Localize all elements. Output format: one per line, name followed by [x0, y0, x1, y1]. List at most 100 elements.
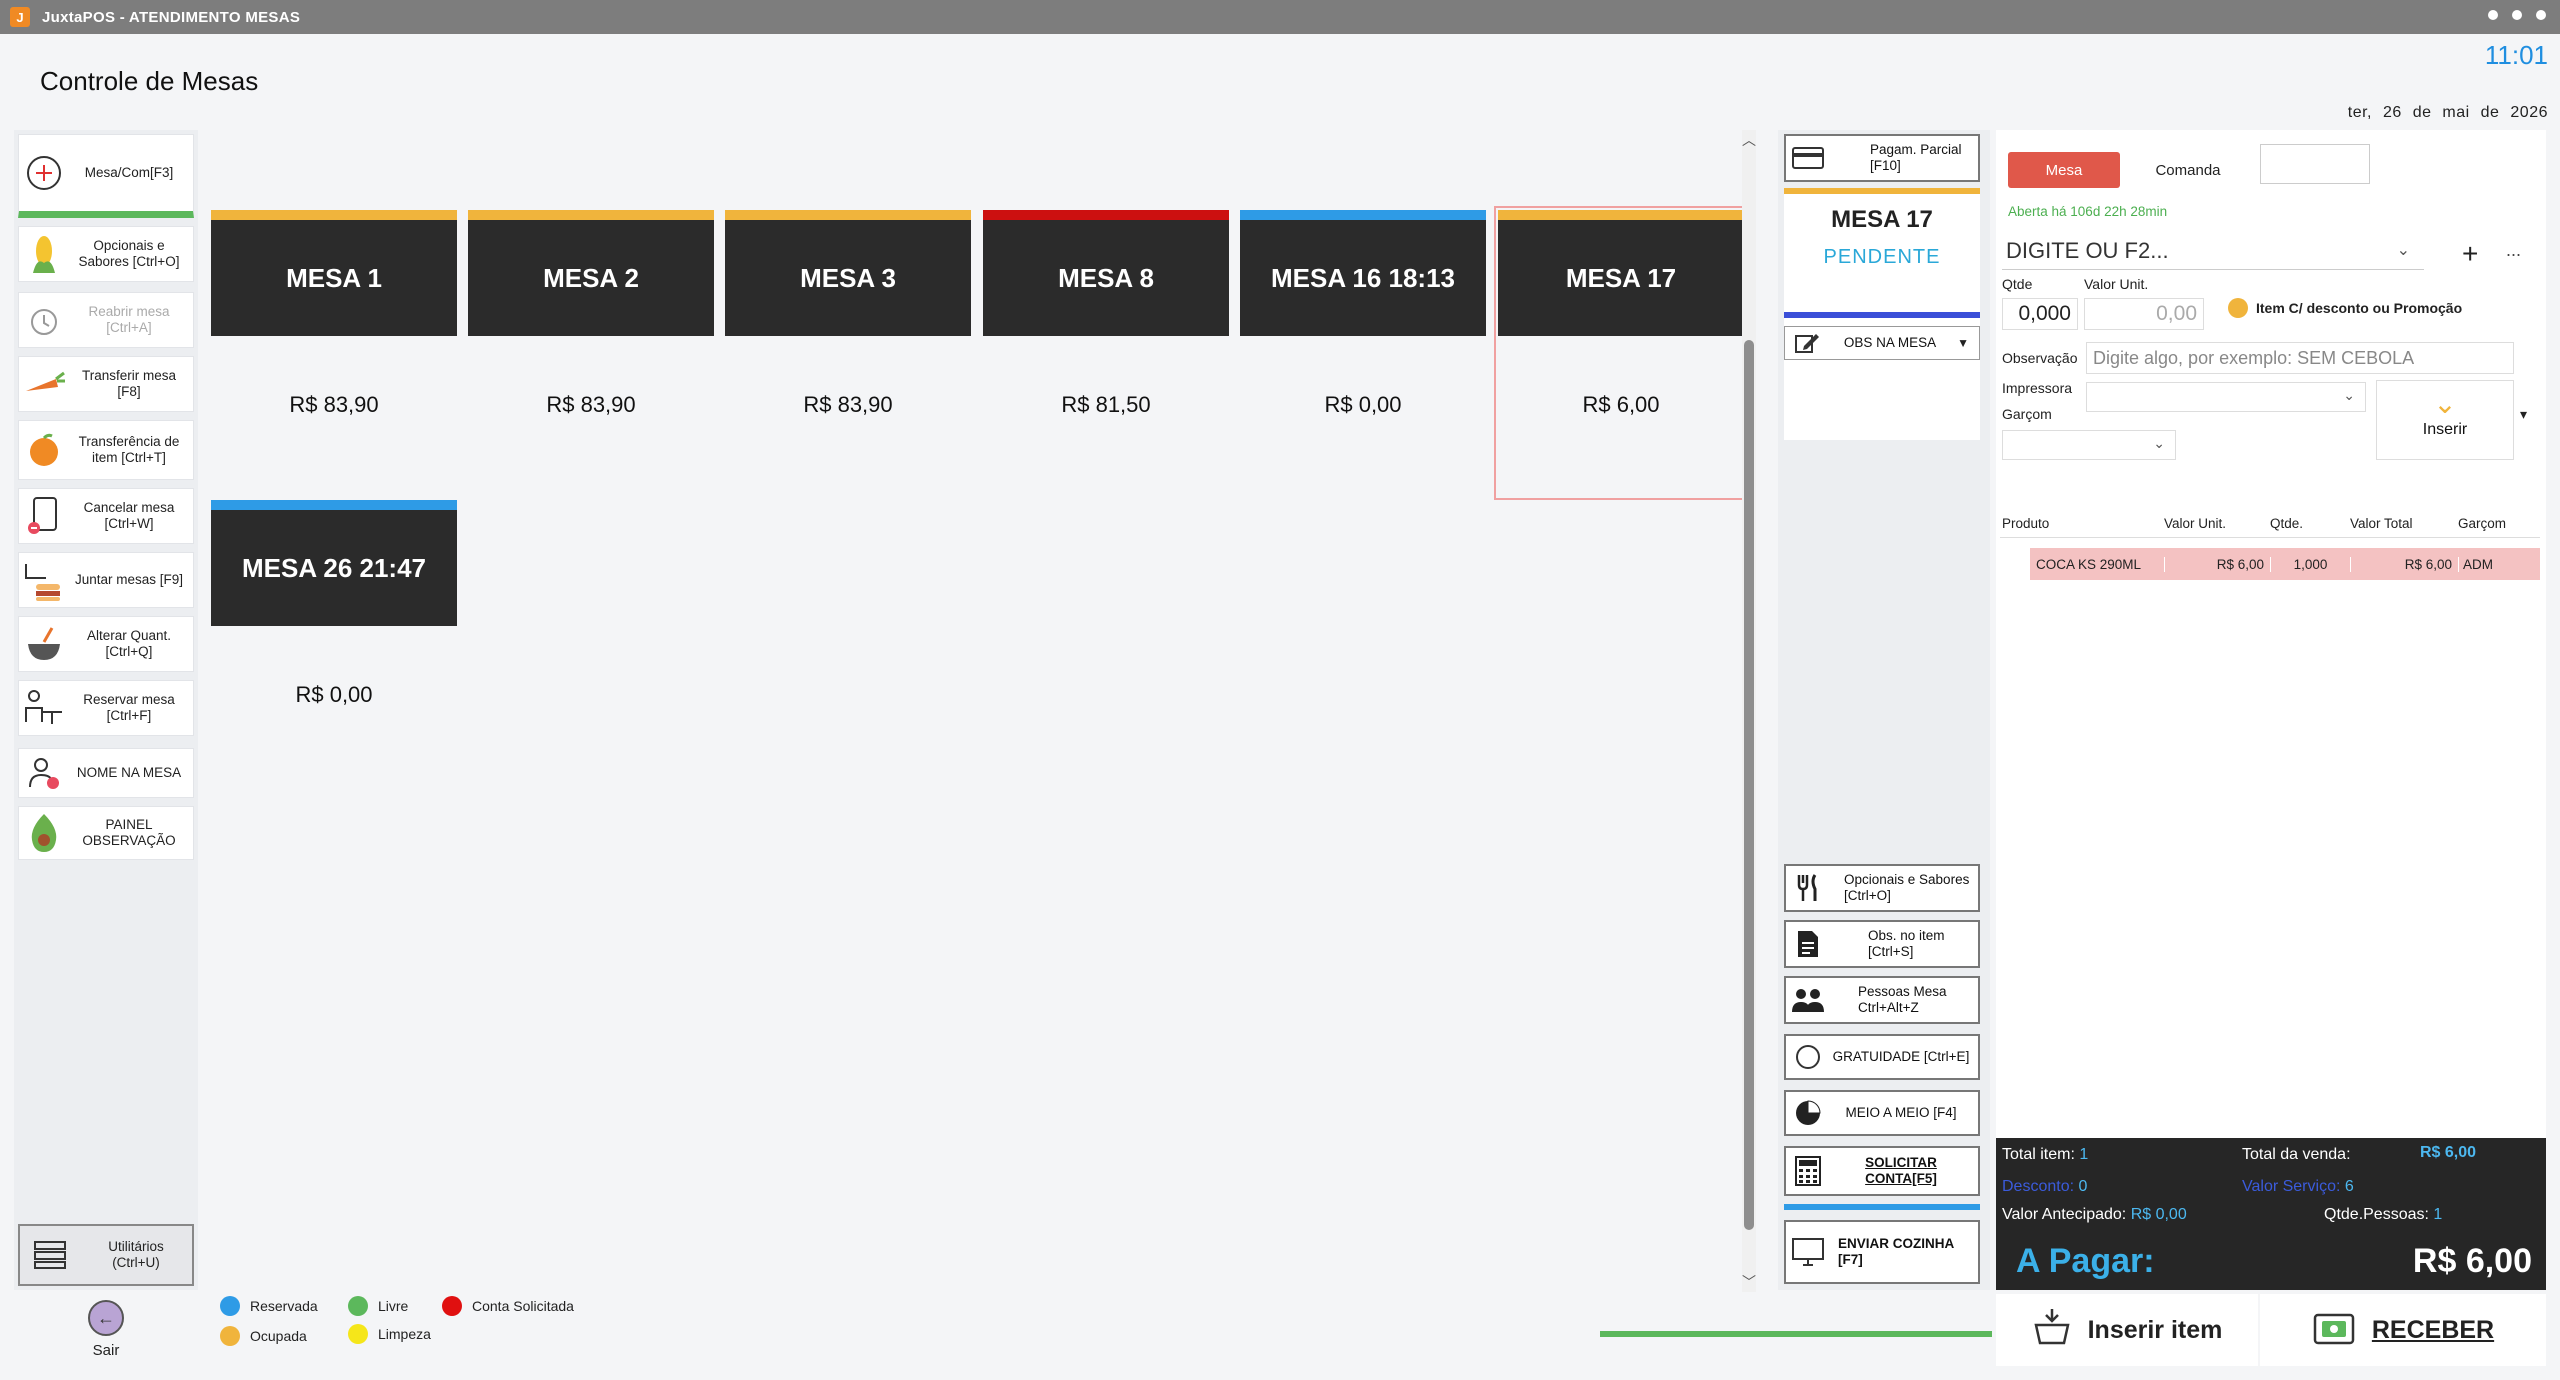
- scroll-thumb[interactable]: [1744, 340, 1754, 1230]
- garcom-select[interactable]: ⌄: [2002, 430, 2176, 460]
- cell-produto: COCA KS 290ML: [2036, 556, 2142, 572]
- chevron-down-icon: ⌄: [2433, 388, 2457, 419]
- mesa-card[interactable]: MESA 8 R$ 81,50: [983, 210, 1229, 418]
- antecipado-label: Valor Antecipado:: [2002, 1206, 2127, 1223]
- servico-label: Valor Serviço:: [2242, 1178, 2341, 1195]
- tab-mesa[interactable]: Mesa: [2008, 152, 2120, 188]
- transferencia-item-button[interactable]: Transferência de item [Ctrl+T]: [18, 420, 194, 480]
- minimize-dot-icon[interactable]: [2488, 10, 2498, 20]
- add-product-button[interactable]: +: [2462, 238, 2478, 270]
- total-item-value: 1: [2079, 1146, 2089, 1163]
- mesa-card[interactable]: MESA 26 21:47 R$ 0,00: [211, 500, 457, 708]
- mesa-card-selected[interactable]: MESA 17 R$ 6,00: [1494, 206, 1748, 500]
- painel-observacao-button[interactable]: PAINEL OBSERVAÇÃO: [18, 806, 194, 860]
- mesa-card[interactable]: MESA 1 R$ 83,90: [211, 210, 457, 418]
- more-options-button[interactable]: ...: [2506, 240, 2521, 261]
- column-header[interactable]: Valor Total: [2350, 516, 2458, 531]
- plus-circle-icon: [19, 155, 69, 191]
- pie-icon: [1786, 1099, 1830, 1127]
- mesa-card[interactable]: MESA 16 18:13 R$ 0,00: [1240, 210, 1486, 418]
- exit-button[interactable]: ← Sair: [56, 1300, 156, 1359]
- legend-item: Limpeza: [348, 1324, 431, 1344]
- juntar-mesas-button[interactable]: Juntar mesas [F9]: [18, 552, 194, 608]
- basket-insert-icon: [2032, 1307, 2072, 1354]
- selected-mesa-status: PENDENTE: [1823, 246, 1941, 268]
- reservar-mesa-button[interactable]: Reservar mesa [Ctrl+F]: [18, 680, 194, 736]
- opened-duration: Aberta há 106d 22h 28min: [2008, 204, 2168, 219]
- scroll-up-icon[interactable]: ︿: [1742, 130, 1756, 150]
- alterar-quant-button[interactable]: Alterar Quant. [Ctrl+Q]: [18, 616, 194, 672]
- maximize-dot-icon[interactable]: [2512, 10, 2522, 20]
- totals-panel: Total item: 1 Total da venda: R$ 6,00 De…: [1996, 1138, 2546, 1290]
- reabrir-mesa-button[interactable]: Reabrir mesa [Ctrl+A]: [18, 292, 194, 348]
- mesa-price: R$ 0,00: [295, 682, 373, 707]
- qtde-input[interactable]: 0,000: [2002, 298, 2078, 330]
- mesa-card[interactable]: MESA 3 R$ 83,90: [725, 210, 971, 418]
- mesas-scrollbar[interactable]: ︿ ﹀: [1742, 130, 1756, 1292]
- clock: 11:01: [2484, 40, 2548, 70]
- inserir-button[interactable]: ⌄ Inserir: [2376, 380, 2514, 460]
- legend-dot-icon: [348, 1296, 368, 1316]
- nome-na-mesa-button[interactable]: NOME NA MESA: [18, 748, 194, 798]
- column-header[interactable]: Garçom: [2458, 516, 2538, 531]
- observacao-input[interactable]: Digite algo, por exemplo: SEM CEBOLA: [2086, 342, 2514, 374]
- receber-button[interactable]: RECEBER: [2260, 1294, 2546, 1366]
- dropdown-caret-icon: ▼: [1957, 336, 1969, 350]
- legend-item: Ocupada: [220, 1326, 307, 1346]
- antecipado-value: R$ 0,00: [2130, 1206, 2187, 1223]
- product-search-select[interactable]: DIGITE OU F2... ⌄: [2002, 234, 2424, 270]
- sidebar-item-label: Transferir mesa [F8]: [81, 368, 177, 399]
- table-row[interactable]: COCA KS 290ML R$ 6,00 1,000 R$ 6,00 ADM: [2000, 548, 2540, 580]
- opcionais-sabores-button[interactable]: Opcionais e Sabores [Ctrl+O]: [1784, 864, 1980, 912]
- obs-na-mesa-dropdown[interactable]: OBS NA MESA ▼: [1784, 326, 1980, 360]
- action-label: Opcionais e Sabores [Ctrl+O]: [1844, 872, 1970, 903]
- valor-unit-input[interactable]: 0,00: [2084, 298, 2204, 330]
- cash-register-icon: [2312, 1307, 2356, 1354]
- desconto-label: Desconto:: [2002, 1178, 2075, 1195]
- column-header[interactable]: Valor Unit.: [2164, 516, 2270, 531]
- transferir-mesa-button[interactable]: Transferir mesa [F8]: [18, 356, 194, 412]
- impressora-select[interactable]: ⌄: [2086, 382, 2366, 412]
- reserve-icon: [19, 688, 69, 728]
- mesa-price: R$ 83,90: [803, 392, 893, 417]
- mesa-card[interactable]: MESA 2 R$ 83,90: [468, 210, 714, 418]
- comanda-number-input[interactable]: [2260, 144, 2370, 184]
- corn-icon: [19, 233, 69, 275]
- inserir-dropdown-icon[interactable]: ▾: [2520, 406, 2527, 423]
- selected-mesa-name: MESA 17: [1831, 206, 1933, 233]
- promo-toggle[interactable]: Item C/ desconto ou Promoção: [2228, 298, 2462, 318]
- sidebar-item-label: Transferência de item [Ctrl+T]: [78, 434, 180, 465]
- total-venda-value: R$ 6,00: [2420, 1144, 2477, 1161]
- window-title: JuxtaPOS - ATENDIMENTO MESAS: [42, 8, 301, 26]
- obs-item-button[interactable]: Obs. no item [Ctrl+S]: [1784, 920, 1980, 968]
- inserir-item-button[interactable]: Inserir item: [1996, 1294, 2258, 1366]
- left-sidebar: Mesa/Com[F3] Opcionais e Sabores [Ctrl+O…: [14, 130, 198, 1290]
- a-pagar-value: R$ 6,00: [2412, 1242, 2532, 1280]
- cell-garcom: ADM: [2458, 556, 2538, 572]
- new-mesa-button[interactable]: Mesa/Com[F3]: [18, 134, 194, 218]
- current-date: ter, 26 de mai de 2026: [2347, 104, 2548, 121]
- orange-icon: [19, 432, 69, 468]
- action-label: MEIO A MEIO [F4]: [1845, 1105, 1957, 1120]
- pessoas-mesa-button[interactable]: Pessoas Mesa Ctrl+Alt+Z: [1784, 976, 1980, 1024]
- opcionais-button[interactable]: Opcionais e Sabores [Ctrl+O]: [18, 226, 194, 282]
- people-icon: [1786, 987, 1830, 1013]
- pagamento-parcial-button[interactable]: Pagam. Parcial [F10]: [1784, 134, 1980, 182]
- legend-item: Conta Solicitada: [442, 1296, 574, 1316]
- window-controls[interactable]: [2488, 10, 2546, 20]
- meio-a-meio-button[interactable]: MEIO A MEIO [F4]: [1784, 1090, 1980, 1136]
- column-header[interactable]: Qtde.: [2270, 516, 2350, 531]
- progress-bar: [1600, 1331, 1992, 1337]
- utilitarios-button[interactable]: Utilitários (Ctrl+U): [18, 1224, 194, 1286]
- solicitar-conta-button[interactable]: SOLICITAR CONTA[F5]: [1784, 1146, 1980, 1196]
- promo-dot-icon: [2228, 298, 2248, 318]
- tab-comanda[interactable]: Comanda: [2120, 162, 2256, 179]
- chevron-down-icon: ⌄: [2153, 435, 2165, 451]
- close-dot-icon[interactable]: [2536, 10, 2546, 20]
- enviar-cozinha-button[interactable]: ENVIAR COZINHA [F7]: [1784, 1220, 1980, 1284]
- cancelar-mesa-button[interactable]: Cancelar mesa [Ctrl+W]: [18, 488, 194, 544]
- scroll-down-icon[interactable]: ﹀: [1742, 1272, 1756, 1292]
- column-header[interactable]: Produto: [2000, 516, 2164, 531]
- action-label: SOLICITAR CONTA[F5]: [1865, 1155, 1937, 1186]
- gratuidade-button[interactable]: GRATUIDADE [Ctrl+E]: [1784, 1034, 1980, 1080]
